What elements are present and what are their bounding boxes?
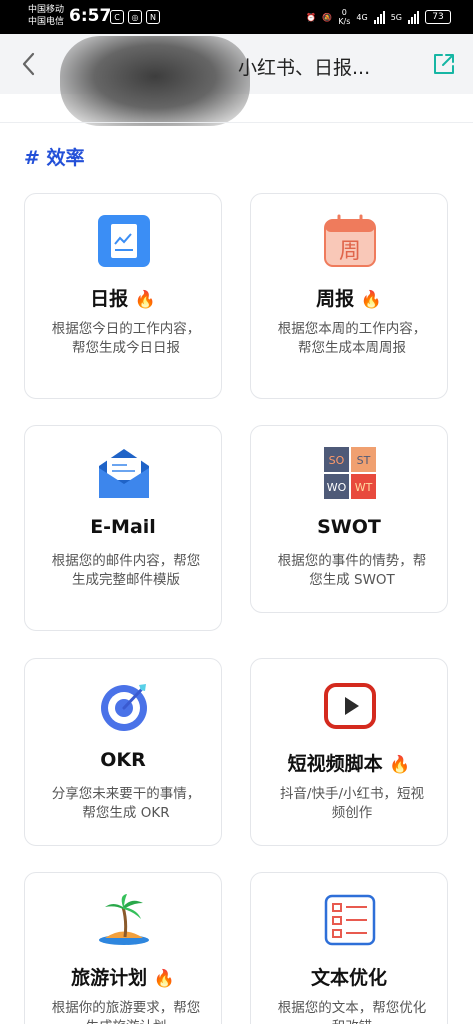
carrier-info: 中国移动 中国电信 [28, 4, 64, 28]
card-title: OKR [25, 749, 221, 771]
card-email[interactable]: E-Mail 根据您的邮件内容，帮您生成完整邮件模版 [24, 425, 222, 631]
divider [0, 122, 473, 123]
system-indicators: ⏰ 🔕 0 K/s 4G 5G 73 [306, 8, 451, 26]
app-notification-icon: C [110, 10, 124, 24]
card-title-text: E-Mail [90, 516, 156, 538]
calendar-week-icon: 周 [324, 214, 376, 267]
mail-envelope-icon [99, 449, 149, 498]
top-nav-bar: 小红书、日报... [0, 34, 473, 126]
card-description: 分享您未来要干的事情，帮您生成 OKR [51, 786, 201, 821]
card-title: 周报 🔥 [251, 284, 447, 311]
clock: 6:57 [69, 6, 112, 26]
card-okr[interactable]: OKR 分享您未来要干的事情，帮您生成 OKR [24, 658, 222, 846]
palm-island-icon [99, 894, 149, 945]
video-play-icon [324, 683, 376, 729]
battery-level: 73 [432, 12, 444, 22]
card-description: 根据您的邮件内容，帮您生成完整邮件模版 [51, 553, 201, 588]
swot-label: WO [327, 481, 347, 494]
card-title-text: 旅游计划 [71, 967, 148, 989]
card-title: E-Mail [25, 516, 221, 538]
svg-text:周: 周 [339, 239, 361, 264]
card-title: 旅游计划 🔥 [25, 963, 221, 990]
hot-fire-icon: 🔥 [134, 290, 156, 310]
hot-fire-icon: 🔥 [389, 755, 411, 775]
notification-icons: C ◎ N [110, 10, 160, 24]
card-title-text: SWOT [317, 516, 381, 538]
net-speed-unit: K/s [338, 17, 351, 26]
carrier-2: 中国电信 [28, 17, 65, 27]
network-type-1: 4G [356, 12, 368, 22]
hot-fire-icon: 🔥 [360, 290, 382, 310]
card-description: 根据您本周的工作内容，帮您生成本周周报 [277, 321, 427, 356]
swot-label: WT [355, 481, 373, 494]
nfc-icon: N [146, 10, 160, 24]
signal-2-icon [408, 10, 419, 24]
swot-grid-icon: SO ST WO WT [324, 447, 376, 499]
card-description: 根据您今日的工作内容，帮您生成今日日报 [51, 321, 201, 356]
card-title-text: 短视频脚本 [287, 753, 383, 775]
card-description: 根据你的旅游要求，帮您生成旅游计划 [51, 1000, 201, 1024]
card-swot[interactable]: SO ST WO WT SWOT 根据您的事件的情势，帮您生成 SWOT [250, 425, 448, 613]
section-title-efficiency: # 效率 [24, 147, 85, 169]
swot-label: SO [329, 454, 345, 467]
back-arrow-icon[interactable] [18, 51, 40, 77]
card-description: 根据您的事件的情势，帮您生成 SWOT [277, 553, 427, 588]
card-title: 文本优化 [251, 963, 447, 990]
alarm-icon: ⏰ [306, 12, 317, 22]
signal-1-icon [373, 10, 385, 24]
card-short-video-script[interactable]: 短视频脚本 🔥 抖音/快手/小红书，短视频创作 [250, 658, 448, 846]
card-weekly-report[interactable]: 周 周报 🔥 根据您本周的工作内容，帮您生成本周周报 [250, 193, 448, 399]
net-speed: 0 K/s [338, 8, 350, 26]
target-icon [101, 684, 147, 731]
network-type-2: 5G [390, 12, 402, 22]
card-title: 短视频脚本 🔥 [251, 749, 447, 776]
card-daily-report[interactable]: 日报 🔥 根据您今日的工作内容，帮您生成今日日报 [24, 193, 222, 399]
card-travel-plan[interactable]: 旅游计划 🔥 根据你的旅游要求，帮您生成旅游计划 [24, 872, 222, 1024]
mute-icon: 🔕 [322, 12, 333, 22]
page-title: 小红书、日报... [238, 57, 371, 79]
carrier-1: 中国移动 [28, 5, 65, 15]
card-title-text: 日报 [90, 288, 129, 310]
status-bar: 中国移动 中国电信 6:57 C ◎ N ⏰ 🔕 0 K/s 4G 5G 73 [0, 0, 473, 34]
redacted-blur [60, 36, 250, 126]
net-speed-value: 0 [341, 8, 347, 17]
hot-fire-icon: 🔥 [153, 969, 175, 989]
text-list-icon [324, 894, 376, 946]
card-title-text: 周报 [316, 288, 355, 310]
card-title-text: OKR [100, 749, 146, 771]
cloud-notification-icon: ◎ [128, 10, 142, 24]
daily-report-icon [98, 215, 150, 267]
card-description: 根据您的文本，帮您优化和改错 [277, 1000, 427, 1024]
card-title: SWOT [251, 516, 447, 538]
battery-icon: 73 [425, 10, 451, 24]
card-description: 抖音/快手/小红书，短视频创作 [279, 786, 425, 821]
card-text-optimize[interactable]: 文本优化 根据您的文本，帮您优化和改错 [250, 872, 448, 1024]
share-external-icon[interactable] [432, 52, 456, 76]
swot-label: ST [357, 454, 371, 467]
card-title: 日报 🔥 [25, 284, 221, 311]
card-title-text: 文本优化 [310, 967, 387, 989]
